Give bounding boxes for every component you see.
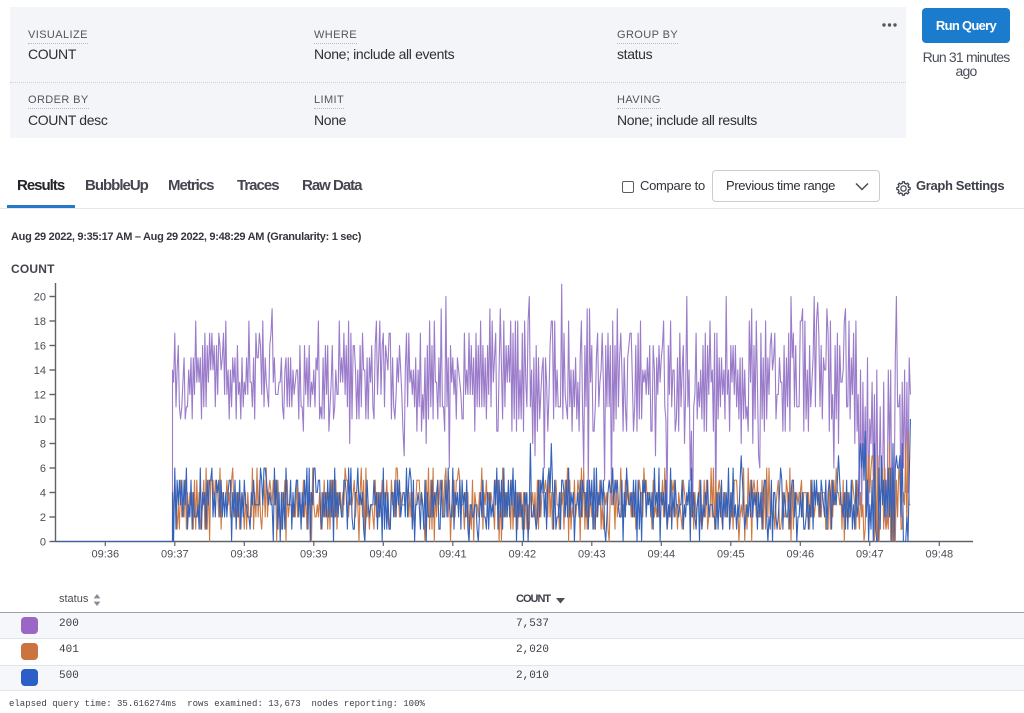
svg-text:09:46: 09:46 — [787, 549, 815, 561]
svg-text:09:39: 09:39 — [300, 549, 328, 561]
svg-text:09:38: 09:38 — [231, 549, 259, 561]
svg-text:8: 8 — [40, 439, 46, 451]
svg-text:20: 20 — [34, 292, 46, 304]
svg-text:2: 2 — [40, 512, 46, 524]
svg-text:6: 6 — [40, 463, 46, 475]
svg-text:09:42: 09:42 — [509, 549, 537, 561]
svg-text:09:47: 09:47 — [856, 549, 884, 561]
svg-text:16: 16 — [34, 341, 46, 353]
svg-text:09:37: 09:37 — [161, 549, 189, 561]
svg-text:10: 10 — [34, 414, 46, 426]
svg-text:4: 4 — [40, 488, 46, 500]
svg-text:0: 0 — [40, 537, 46, 549]
svg-text:09:48: 09:48 — [926, 549, 954, 561]
svg-text:09:41: 09:41 — [439, 549, 467, 561]
svg-text:09:43: 09:43 — [578, 549, 606, 561]
svg-text:09:40: 09:40 — [370, 549, 398, 561]
svg-text:09:45: 09:45 — [717, 549, 745, 561]
svg-text:18: 18 — [34, 316, 46, 328]
svg-text:09:36: 09:36 — [92, 549, 120, 561]
svg-text:09:44: 09:44 — [648, 549, 676, 561]
svg-text:14: 14 — [34, 365, 46, 377]
svg-text:12: 12 — [34, 390, 46, 402]
